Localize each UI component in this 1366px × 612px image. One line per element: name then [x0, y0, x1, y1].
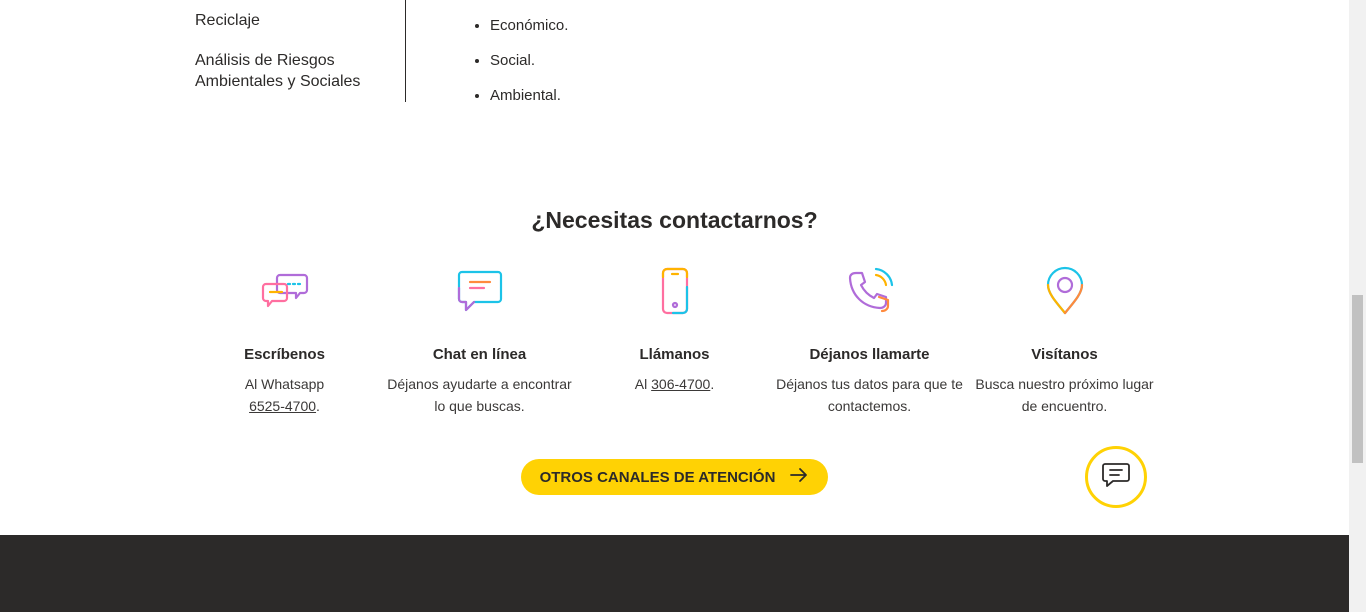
- chat-button[interactable]: [1085, 446, 1147, 508]
- location-pin-icon: [967, 266, 1162, 316]
- chat-window-icon: [382, 266, 577, 316]
- channel-text: Déjanos tus datos para que te contactemo…: [776, 376, 963, 414]
- channel-whatsapp: Escríbenos Al Whatsapp 6525-4700.: [187, 266, 382, 417]
- contact-title: ¿Necesitas contactarnos?: [531, 207, 818, 233]
- cta-label: OTROS CANALES DE ATENCIÓN: [539, 468, 776, 486]
- mobile-phone-icon: [577, 266, 772, 316]
- channel-callback[interactable]: Déjanos llamarte Déjanos tus datos para …: [772, 266, 967, 417]
- whatsapp-link[interactable]: 6525-4700: [249, 398, 316, 414]
- channel-phone: Llámanos Al 306-4700.: [577, 266, 772, 417]
- channel-chat[interactable]: Chat en línea Déjanos ayudarte a encontr…: [382, 266, 577, 417]
- contact-channels: Escríbenos Al Whatsapp 6525-4700. Chat en…: [187, 266, 1162, 417]
- channel-text: Déjanos ayudarte a encontrar lo que busc…: [387, 376, 572, 414]
- channel-title: Visítanos: [1031, 346, 1098, 363]
- list-item: Social.: [490, 52, 568, 70]
- channel-title: Déjanos llamarte: [809, 346, 930, 363]
- phone-callback-icon: [772, 266, 967, 316]
- list-item: Ambiental.: [490, 87, 568, 105]
- article-content: Económico. Social. Ambiental.: [472, 0, 568, 105]
- list-item: Económico.: [490, 17, 568, 35]
- chat-icon: [1101, 460, 1131, 495]
- chat-bubbles-icon: [187, 266, 382, 316]
- vertical-scrollbar[interactable]: [1349, 0, 1366, 612]
- other-channels-button[interactable]: OTROS CANALES DE ATENCIÓN: [521, 459, 828, 495]
- scrollbar-thumb[interactable]: [1352, 295, 1363, 463]
- channel-visit[interactable]: Visítanos Busca nuestro próximo lugar de…: [967, 266, 1162, 417]
- bullet-list: Económico. Social. Ambiental.: [472, 17, 568, 105]
- sidebar-item-analisis-riesgos[interactable]: Análisis de Riesgos Ambientales y Social…: [195, 50, 395, 92]
- channel-text: Busca nuestro próximo lugar de encuentro…: [975, 376, 1154, 414]
- phone-link[interactable]: 306-4700: [651, 376, 710, 392]
- channel-text: Al 306-4700.: [634, 376, 715, 392]
- side-navigation: Reciclaje Análisis de Riesgos Ambientale…: [195, 0, 406, 102]
- channel-title: Llámanos: [639, 346, 710, 363]
- sidebar-item-reciclaje[interactable]: Reciclaje: [195, 10, 260, 31]
- footer: [0, 535, 1349, 612]
- channel-title: Chat en línea: [432, 346, 527, 363]
- arrow-right-icon: [789, 467, 809, 487]
- channel-title: Escríbenos: [244, 346, 325, 363]
- channel-text: Al Whatsapp 6525-4700.: [244, 376, 325, 414]
